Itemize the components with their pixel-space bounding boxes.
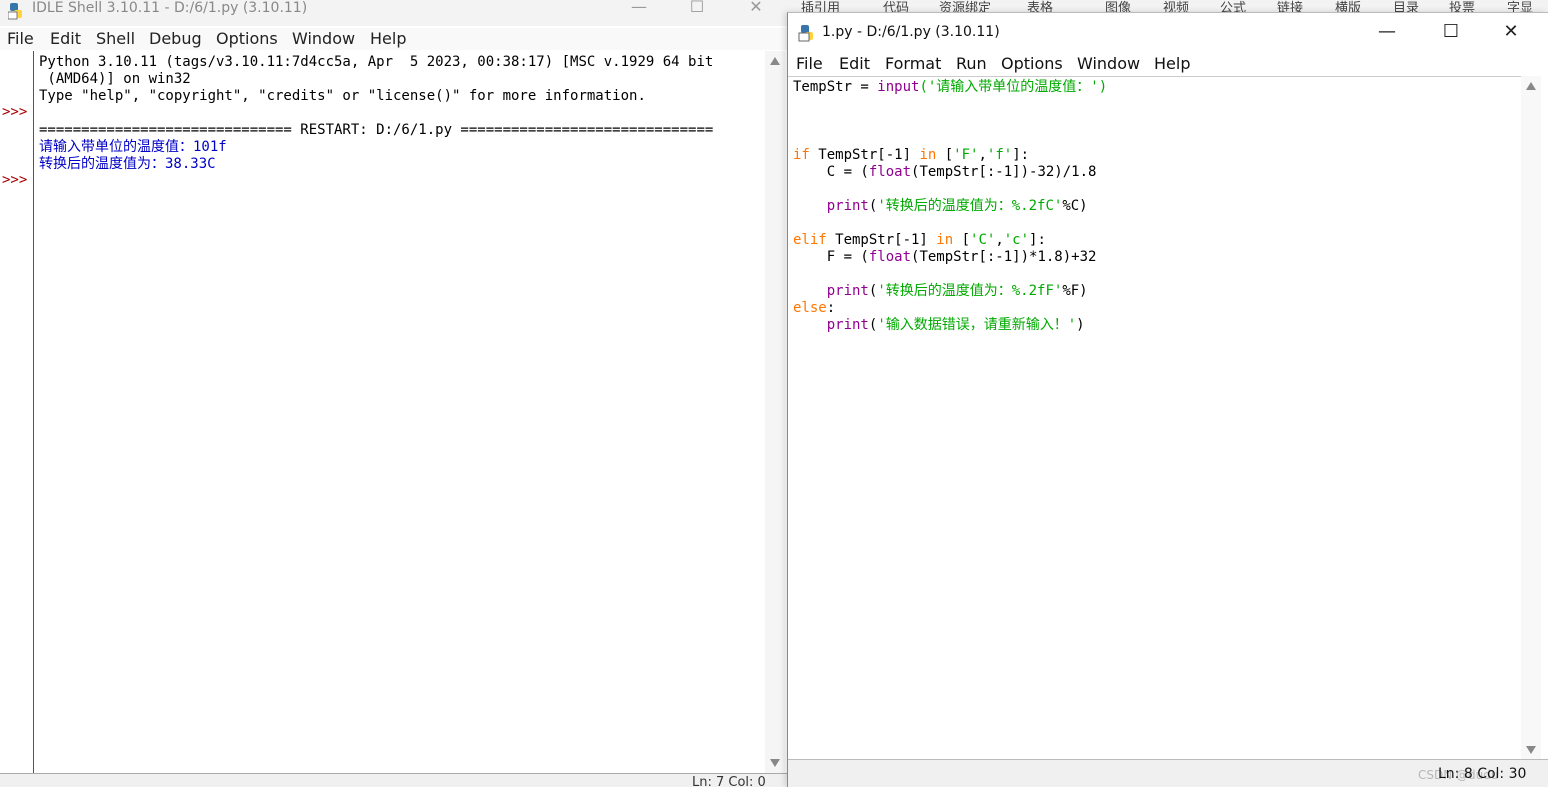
idle-editor-window: 1.py - D:/6/1.py (3.10.11) — ☐ ✕ File Ed… (787, 12, 1548, 787)
menu-options[interactable]: Options (1001, 53, 1063, 74)
bg-tab: 目录 (1393, 1, 1420, 13)
shell-output-area[interactable]: Python 3.10.11 (tags/v3.10.11:7d4cc5a, A… (35, 51, 765, 773)
shell-window-title: IDLE Shell 3.10.11 - D:/6/1.py (3.10.11) (32, 0, 308, 16)
menu-edit[interactable]: Edit (50, 28, 81, 49)
shell-titlebar: IDLE Shell 3.10.11 - D:/6/1.py (3.10.11)… (0, 0, 787, 26)
menu-help[interactable]: Help (1154, 53, 1190, 74)
maximize-button[interactable]: ☐ (674, 0, 720, 26)
minimize-button[interactable]: — (616, 0, 662, 26)
shell-banner-line: Type "help", "copyright", "credits" or "… (39, 88, 646, 104)
bg-tab: 表格 (1027, 1, 1054, 13)
shell-prompt: >>> (2, 172, 28, 188)
scroll-up-icon[interactable] (1526, 82, 1536, 90)
code-line: TempStr = input('请输入带单位的温度值：') (793, 79, 1108, 95)
scroll-down-icon[interactable] (1526, 746, 1536, 754)
bg-tab: 代码 (883, 1, 910, 13)
close-button[interactable]: ✕ (733, 0, 779, 26)
shell-banner-line: Python 3.10.11 (tags/v3.10.11:7d4cc5a, A… (39, 54, 714, 70)
shell-statusbar: Ln: 7 Col: 0 (0, 773, 787, 787)
scroll-up-icon[interactable] (770, 57, 780, 65)
bg-tab: 插引用 (801, 1, 841, 13)
code-line: if TempStr[-1] in ['F','f']: (793, 147, 1030, 163)
shell-cursor-position: Ln: 7 Col: 0 (692, 775, 766, 787)
shell-prompt: >>> (2, 104, 28, 120)
python-file-icon (798, 24, 816, 46)
shell-scrollbar[interactable] (765, 51, 785, 773)
scroll-down-icon[interactable] (770, 759, 780, 767)
shell-banner-line: (AMD64)] on win32 (39, 71, 191, 87)
code-line: print('转换后的温度值为：%.2fC'%C) (826, 198, 1088, 214)
menu-shell[interactable]: Shell (96, 28, 135, 49)
menu-run[interactable]: Run (956, 53, 987, 74)
bg-tab: 视频 (1163, 1, 1190, 13)
shell-prompt-gutter: >>> >>> (0, 51, 34, 773)
editor-menubar: File Edit Format Run Options Window Help (788, 52, 1548, 75)
python-icon (7, 2, 24, 24)
menu-edit[interactable]: Edit (839, 53, 870, 74)
code-line: print('输入数据错误，请重新输入！') (826, 317, 1085, 333)
bg-tab: 字显 (1507, 1, 1534, 13)
editor-statusbar: CSDN @dudu Ln: 8 Col: 30 (788, 759, 1548, 787)
menu-window[interactable]: Window (1077, 53, 1140, 74)
menu-file[interactable]: File (7, 28, 34, 49)
bg-tab: 横版 (1335, 1, 1362, 13)
bg-tab: 图像 (1105, 1, 1132, 13)
background-app-toolbar: 插引用 代码 资源绑定 表格 图像 视频 公式 链接 横版 目录 投票 字显 (787, 0, 1548, 12)
code-editor[interactable]: TempStr = input('请输入带单位的温度值：') if TempSt… (788, 76, 1521, 759)
menu-file[interactable]: File (796, 53, 823, 74)
editor-scrollbar[interactable] (1521, 76, 1541, 759)
shell-program-output: 请输入带单位的温度值：101f (39, 139, 227, 155)
code-line: else: (793, 300, 836, 316)
bg-tab: 公式 (1220, 1, 1247, 13)
close-button[interactable]: ✕ (1488, 13, 1534, 51)
shell-restart-line: ============================== RESTART: … (39, 122, 714, 138)
menu-help[interactable]: Help (370, 28, 406, 49)
menu-window[interactable]: Window (292, 28, 355, 49)
editor-titlebar: 1.py - D:/6/1.py (3.10.11) — ☐ ✕ (788, 13, 1548, 51)
menu-options[interactable]: Options (216, 28, 278, 49)
code-line: elif TempStr[-1] in ['C','c']: (793, 232, 1046, 248)
bg-tab: 投票 (1449, 1, 1476, 13)
menu-debug[interactable]: Debug (149, 28, 202, 49)
idle-shell-window: IDLE Shell 3.10.11 - D:/6/1.py (3.10.11)… (0, 0, 787, 787)
bg-tab: 资源绑定 (939, 1, 992, 13)
code-line: print('转换后的温度值为：%.2fF'%F) (826, 283, 1088, 299)
shell-menubar: File Edit Shell Debug Options Window Hel… (0, 28, 787, 50)
code-line: F = (float(TempStr[:-1])*1.8)+32 (793, 249, 1097, 265)
minimize-button[interactable]: — (1364, 13, 1410, 51)
shell-program-output: 转换后的温度值为：38.33C (39, 156, 216, 172)
maximize-button[interactable]: ☐ (1428, 13, 1474, 51)
bg-tab: 链接 (1277, 1, 1304, 13)
editor-cursor-position: Ln: 8 Col: 30 (1438, 766, 1527, 782)
editor-window-title: 1.py - D:/6/1.py (3.10.11) (822, 24, 1000, 40)
menu-format[interactable]: Format (885, 53, 941, 74)
code-line: C = (float(TempStr[:-1])-32)/1.8 (793, 164, 1097, 180)
